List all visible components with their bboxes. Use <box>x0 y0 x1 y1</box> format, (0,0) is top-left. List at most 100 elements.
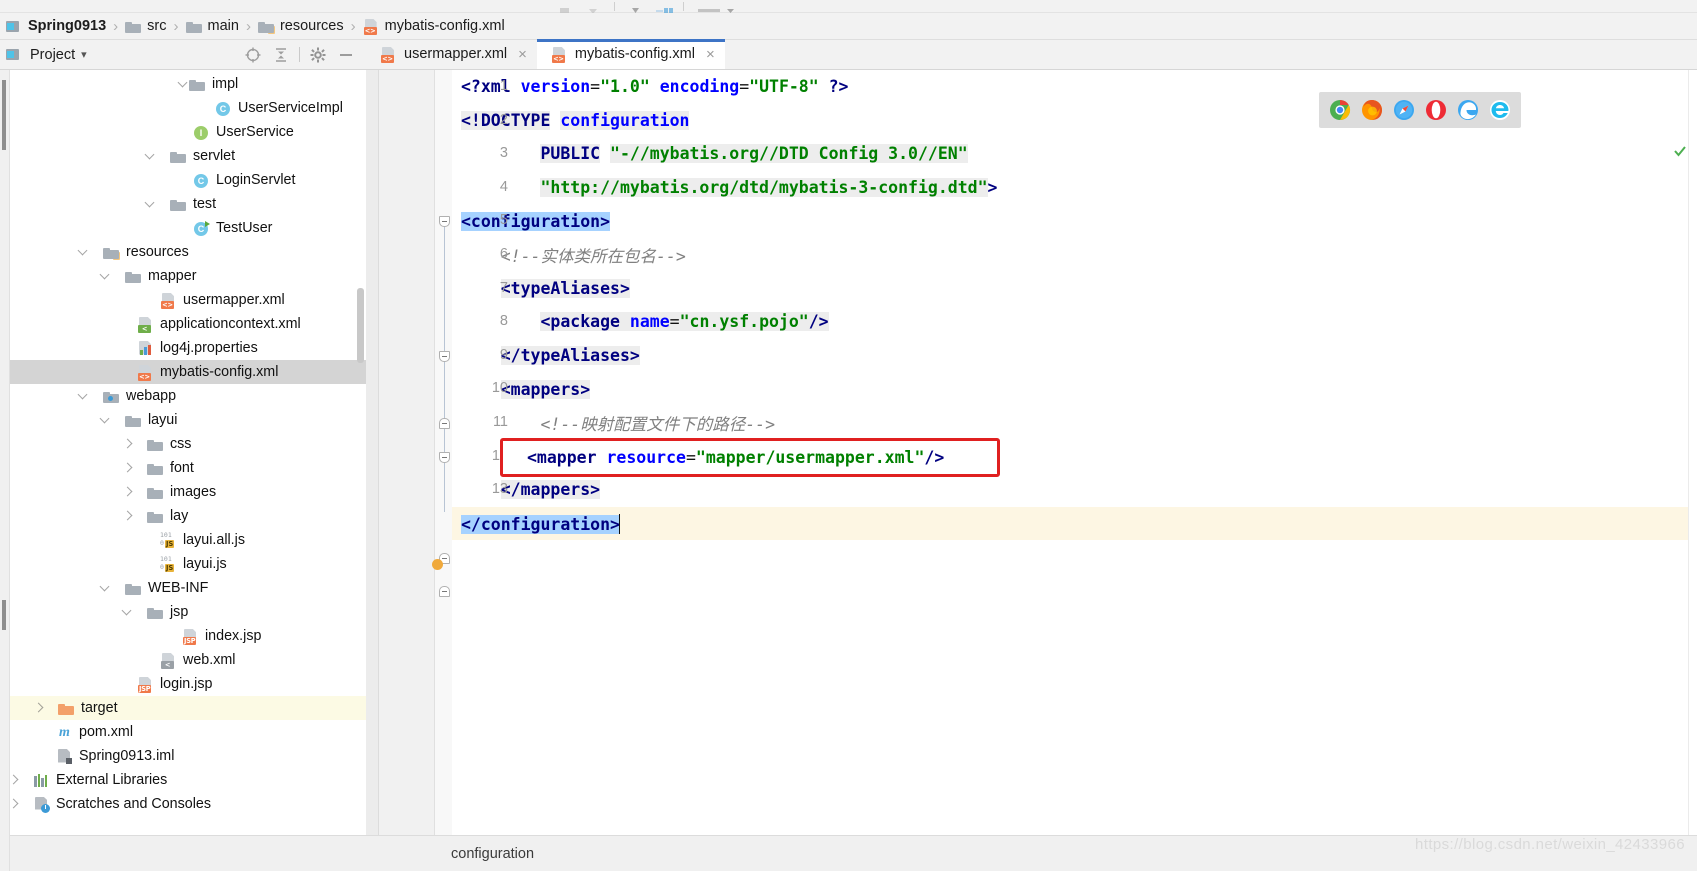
editor-right-gutter[interactable] <box>1688 70 1697 835</box>
chevron-down-icon[interactable]: ▾ <box>81 48 87 61</box>
fold-column[interactable] <box>432 70 452 835</box>
code-line-5[interactable]: 5 <configuration> <box>452 204 1697 238</box>
chevron-down-icon[interactable] <box>78 391 89 402</box>
tree-item-userserviceimpl[interactable]: C UserServiceImpl <box>0 96 366 120</box>
intention-bulb-icon[interactable] <box>432 559 443 570</box>
code-line-9[interactable]: 9 </typeAliases> <box>452 339 1697 373</box>
tree-item-target[interactable]: target <box>0 696 366 720</box>
chevron-down-icon[interactable] <box>178 79 189 90</box>
breadcrumb-separator: › <box>350 17 356 35</box>
breadcrumb-item-main[interactable]: main <box>185 18 239 35</box>
close-icon[interactable]: × <box>706 46 715 63</box>
tree-item-testuser[interactable]: C TestUser <box>0 216 366 240</box>
tree-item-log4j-properties[interactable]: log4j.properties <box>0 336 366 360</box>
code-line-11[interactable]: 11 <!--映射配置文件下的路径--> <box>452 406 1697 440</box>
tree-item-font[interactable]: font <box>0 456 366 480</box>
chevron-down-icon[interactable] <box>122 607 133 618</box>
tree-item-web-inf[interactable]: WEB-INF <box>0 576 366 600</box>
chevron-down-icon[interactable] <box>100 271 111 282</box>
tree-item-lay[interactable]: lay <box>0 504 366 528</box>
chevron-right-icon[interactable] <box>33 703 44 714</box>
status-breadcrumb[interactable]: configuration <box>451 846 534 862</box>
close-icon[interactable]: × <box>518 46 527 63</box>
tree-item-test[interactable]: test <box>0 192 366 216</box>
tree-item-servlet[interactable]: servlet <box>0 144 366 168</box>
tree-item-css[interactable]: css <box>0 432 366 456</box>
chevron-down-icon[interactable] <box>78 247 89 258</box>
minimize-icon[interactable] <box>337 46 355 64</box>
run-config-dropdown-icon[interactable] <box>587 2 600 14</box>
edge-icon[interactable] <box>1457 99 1479 121</box>
tree-item-login-jsp[interactable]: JSP login.jsp <box>0 672 366 696</box>
opera-icon[interactable] <box>1425 99 1447 121</box>
gear-icon[interactable] <box>309 46 327 64</box>
tree-item-scratches-and-consoles[interactable]: Scratches and Consoles <box>0 792 366 816</box>
chevron-down-icon[interactable] <box>145 199 156 210</box>
coverage-icon[interactable] <box>698 2 720 12</box>
tree-item-usermapper-xml[interactable]: <> usermapper.xml <box>0 288 366 312</box>
tree-item-web-xml[interactable]: < web.xml <box>0 648 366 672</box>
code-line-7[interactable]: 7 <typeAliases> <box>452 272 1697 306</box>
open-in-browser-popup[interactable] <box>1319 92 1521 128</box>
tree-item-jsp-folder[interactable]: jsp <box>0 600 366 624</box>
tab-mybatis-config-xml[interactable]: <> mybatis-config.xml × <box>536 39 725 69</box>
tree-item-layui-all-js[interactable]: 101 0 JS layui.all.js <box>0 528 366 552</box>
code-line-10[interactable]: 10 <mappers> <box>452 372 1697 406</box>
chevron-down-icon[interactable] <box>100 415 111 426</box>
chevron-right-icon[interactable] <box>122 463 133 474</box>
tree-item-applicationcontext-xml[interactable]: < applicationcontext.xml <box>0 312 366 336</box>
fold-marker-line10[interactable] <box>439 452 450 463</box>
fold-marker-line9[interactable] <box>439 418 450 429</box>
tree-item-external-libraries[interactable]: External Libraries <box>0 768 366 792</box>
tree-item-mybatis-config-xml[interactable]: <> mybatis-config.xml <box>0 360 366 384</box>
tree-item-layui-js[interactable]: 101 0 JS layui.js <box>0 552 366 576</box>
tree-item-layui[interactable]: layui <box>0 408 366 432</box>
code-line-14[interactable]: 14 </configuration> <box>452 506 1697 541</box>
chevron-down-icon[interactable] <box>145 151 156 162</box>
ie-icon[interactable] <box>1489 99 1511 121</box>
breadcrumb-item-src[interactable]: src <box>125 18 167 35</box>
tree-item-pom-xml[interactable]: m pom.xml <box>0 720 366 744</box>
line-number: 4 <box>499 178 508 195</box>
code-editor[interactable]: 1 <?xml version="1.0" encoding="UTF-8" ?… <box>366 70 1697 835</box>
project-tree[interactable]: impl C UserServiceImpl I UserService ser… <box>0 70 366 871</box>
breadcrumb-item-file[interactable]: <> mybatis-config.xml <box>363 18 505 35</box>
code-line-13[interactable]: 13 </mappers> <box>452 473 1697 507</box>
tree-item-webapp[interactable]: webapp <box>0 384 366 408</box>
breadcrumb-item-project[interactable]: Spring0913 <box>6 18 106 34</box>
main-toolbar <box>0 0 1697 14</box>
breadcrumb-item-resources[interactable]: resources <box>257 18 344 35</box>
build-icon[interactable] <box>560 2 573 13</box>
debug-icon[interactable] <box>656 2 673 13</box>
fold-marker-line14[interactable] <box>439 586 450 597</box>
fold-marker-line5[interactable] <box>439 216 450 227</box>
tree-item-loginservlet[interactable]: C LoginServlet <box>0 168 366 192</box>
tree-item-userservice[interactable]: I UserService <box>0 120 366 144</box>
firefox-icon[interactable] <box>1361 99 1383 121</box>
tree-item-iml[interactable]: Spring0913.iml <box>0 744 366 768</box>
tree-item-resources[interactable]: resources <box>0 240 366 264</box>
tree-item-index-jsp[interactable]: JSP index.jsp <box>0 624 366 648</box>
tree-item-impl[interactable]: impl <box>0 72 366 96</box>
chevron-right-icon[interactable] <box>122 487 133 498</box>
tree-scrollbar[interactable] <box>357 288 364 363</box>
fold-marker-line7[interactable] <box>439 351 450 362</box>
inspection-status-icon[interactable] <box>1673 144 1687 158</box>
tree-item-images[interactable]: images <box>0 480 366 504</box>
locate-icon[interactable] <box>244 46 262 64</box>
chevron-down-icon[interactable] <box>100 583 111 594</box>
collapse-all-icon[interactable] <box>272 46 290 64</box>
tree-item-mapper[interactable]: mapper <box>0 264 366 288</box>
run-icon[interactable] <box>629 2 642 13</box>
code-line-4[interactable]: 4 "http://mybatis.org/dtd/mybatis-3-conf… <box>452 171 1697 205</box>
chevron-right-icon[interactable] <box>122 511 133 522</box>
code-line-6[interactable]: 6 <!--实体类所在包名--> <box>452 238 1697 272</box>
chrome-icon[interactable] <box>1329 99 1351 121</box>
code-line-3[interactable]: 3 PUBLIC "-//mybatis.org//DTD Config 3.0… <box>452 137 1697 171</box>
chevron-right-icon[interactable] <box>122 439 133 450</box>
code-line-8[interactable]: 8 <package name="cn.ysf.pojo"/> <box>452 305 1697 339</box>
safari-icon[interactable] <box>1393 99 1415 121</box>
tab-usermapper-xml[interactable]: <> usermapper.xml × <box>366 39 537 69</box>
more-dropdown-icon[interactable] <box>725 2 738 13</box>
code-content[interactable]: 1 <?xml version="1.0" encoding="UTF-8" ?… <box>452 70 1697 835</box>
